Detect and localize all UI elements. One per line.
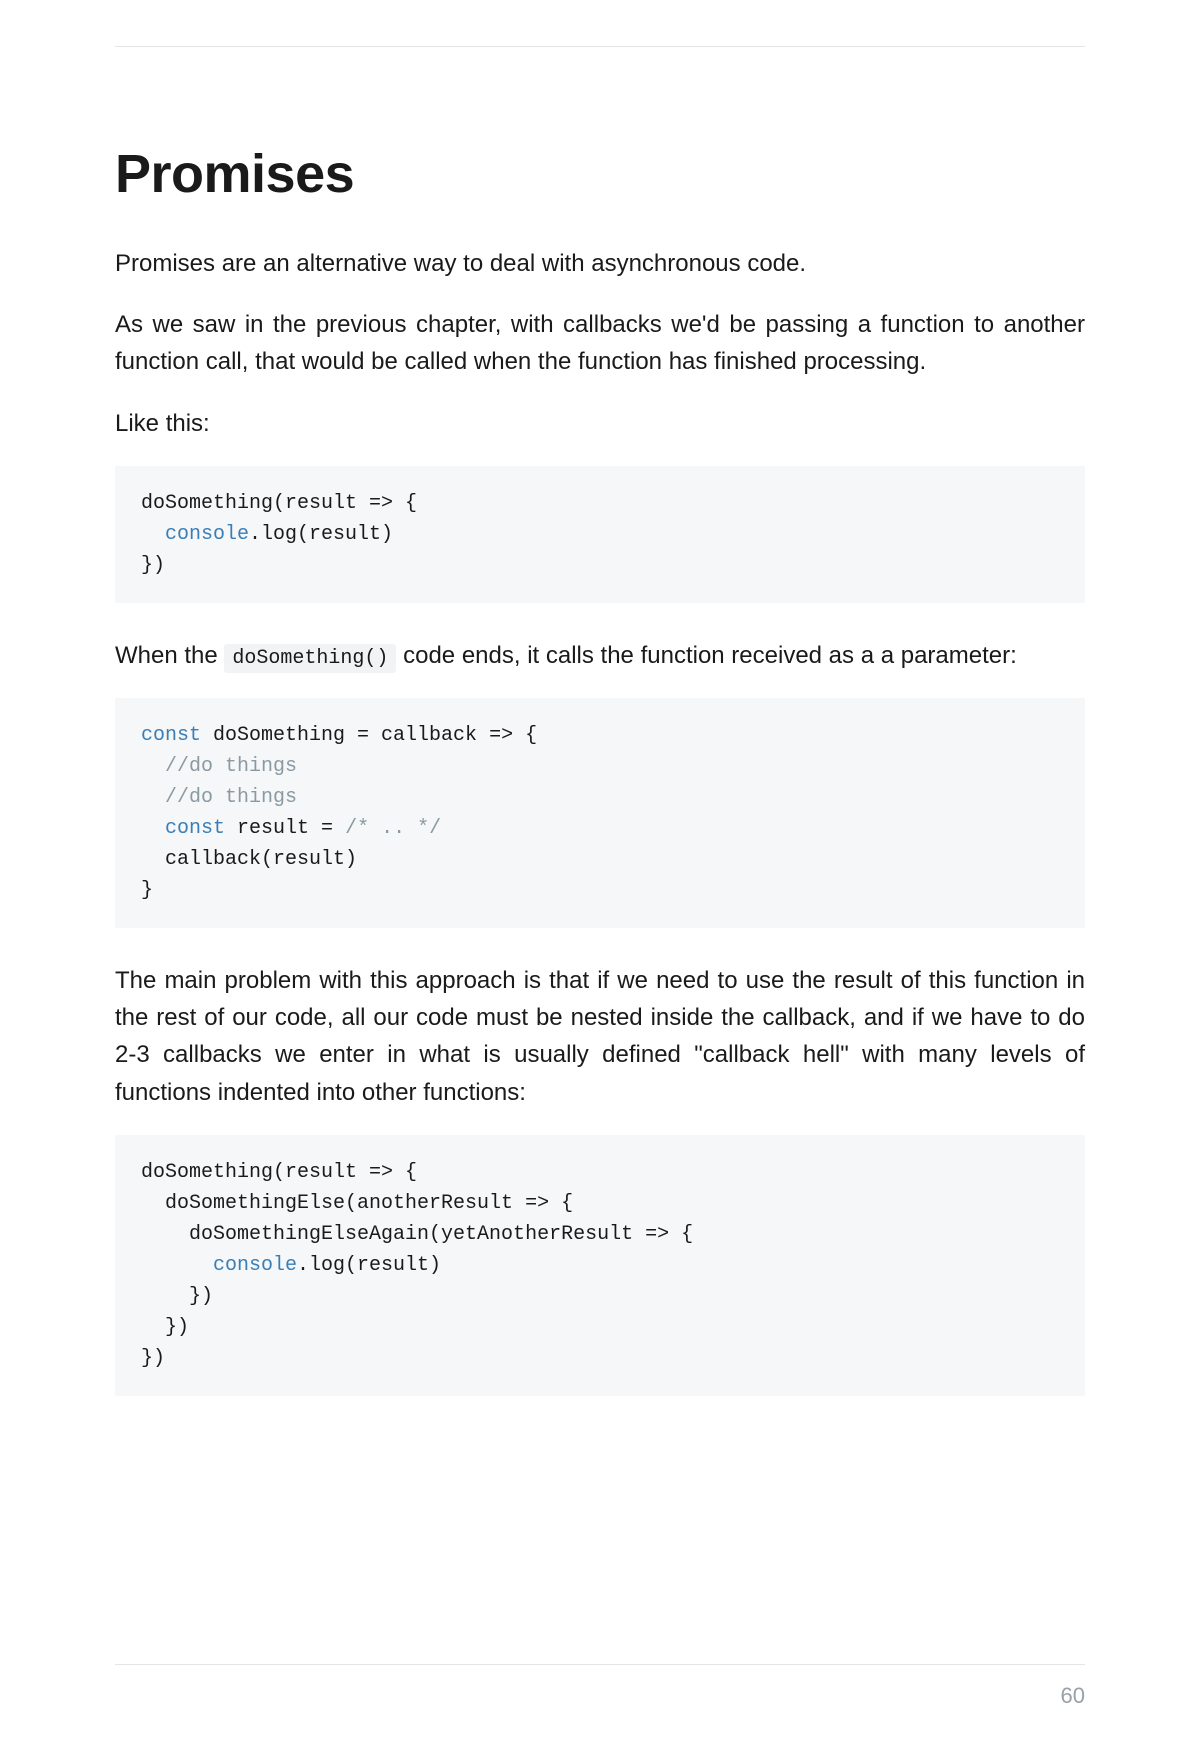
bottom-divider [115, 1664, 1085, 1665]
paragraph-like-this: Like this: [115, 405, 1085, 442]
code-line: doSomethingElse(anotherResult => { [141, 1192, 573, 1215]
code-line: callback(result) [141, 848, 357, 871]
code-token: doSomething = callback => { [201, 724, 537, 747]
code-line: }) [141, 1316, 189, 1339]
code-block-1: doSomething(result => { console.log(resu… [115, 466, 1085, 603]
code-token-keyword: const [141, 724, 201, 747]
code-line: } [141, 879, 153, 902]
code-line: doSomething(result => { [141, 1161, 417, 1184]
top-divider [115, 46, 1085, 47]
paragraph-when-ends: When the doSomething() code ends, it cal… [115, 637, 1085, 674]
inline-code: doSomething() [224, 644, 396, 673]
page-number: 60 [1061, 1683, 1085, 1709]
code-line: doSomethingElseAgain(yetAnotherResult =>… [141, 1223, 693, 1246]
code-token-comment: //do things [165, 786, 297, 809]
code-indent [141, 786, 165, 809]
code-indent [141, 523, 165, 546]
code-block-3: doSomething(result => { doSomethingElse(… [115, 1135, 1085, 1396]
page-title: Promises [115, 143, 1085, 205]
code-token-builtin: console [165, 523, 249, 546]
code-line: doSomething(result => { [141, 492, 417, 515]
paragraph-callbacks-explain: As we saw in the previous chapter, with … [115, 306, 1085, 380]
text-fragment: When the [115, 642, 224, 669]
code-token: result = [225, 817, 345, 840]
code-token-comment: /* .. */ [345, 817, 441, 840]
code-line: }) [141, 1285, 213, 1308]
code-token-keyword: const [165, 817, 225, 840]
code-indent [141, 755, 165, 778]
paragraph-intro: Promises are an alternative way to deal … [115, 245, 1085, 282]
code-block-2: const doSomething = callback => { //do t… [115, 698, 1085, 928]
code-token: .log(result) [297, 1254, 441, 1277]
document-page: Promises Promises are an alternative way… [0, 46, 1200, 1743]
code-indent [141, 1254, 213, 1277]
code-line: }) [141, 1347, 165, 1370]
paragraph-callback-hell: The main problem with this approach is t… [115, 962, 1085, 1111]
code-line: }) [141, 554, 165, 577]
code-token-builtin: console [213, 1254, 297, 1277]
text-fragment: code ends, it calls the function receive… [396, 642, 1016, 669]
code-token-comment: //do things [165, 755, 297, 778]
code-token: .log(result) [249, 523, 393, 546]
code-indent [141, 817, 165, 840]
